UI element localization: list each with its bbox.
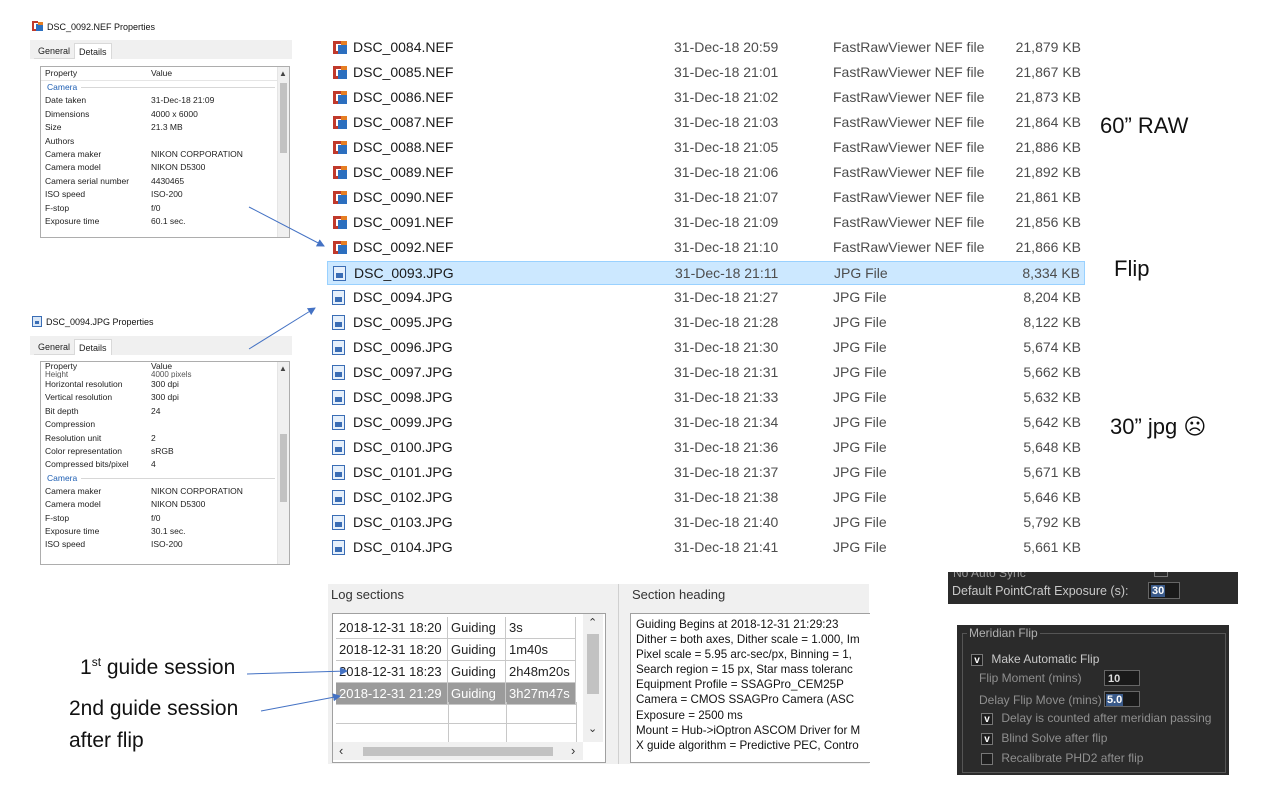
arrow-nef-exposure [248,206,325,247]
arrow-jpg-exposure [248,307,316,350]
arrow-second-session [260,693,341,712]
annotation-arrows [246,206,348,712]
arrow-first-session [246,667,348,676]
